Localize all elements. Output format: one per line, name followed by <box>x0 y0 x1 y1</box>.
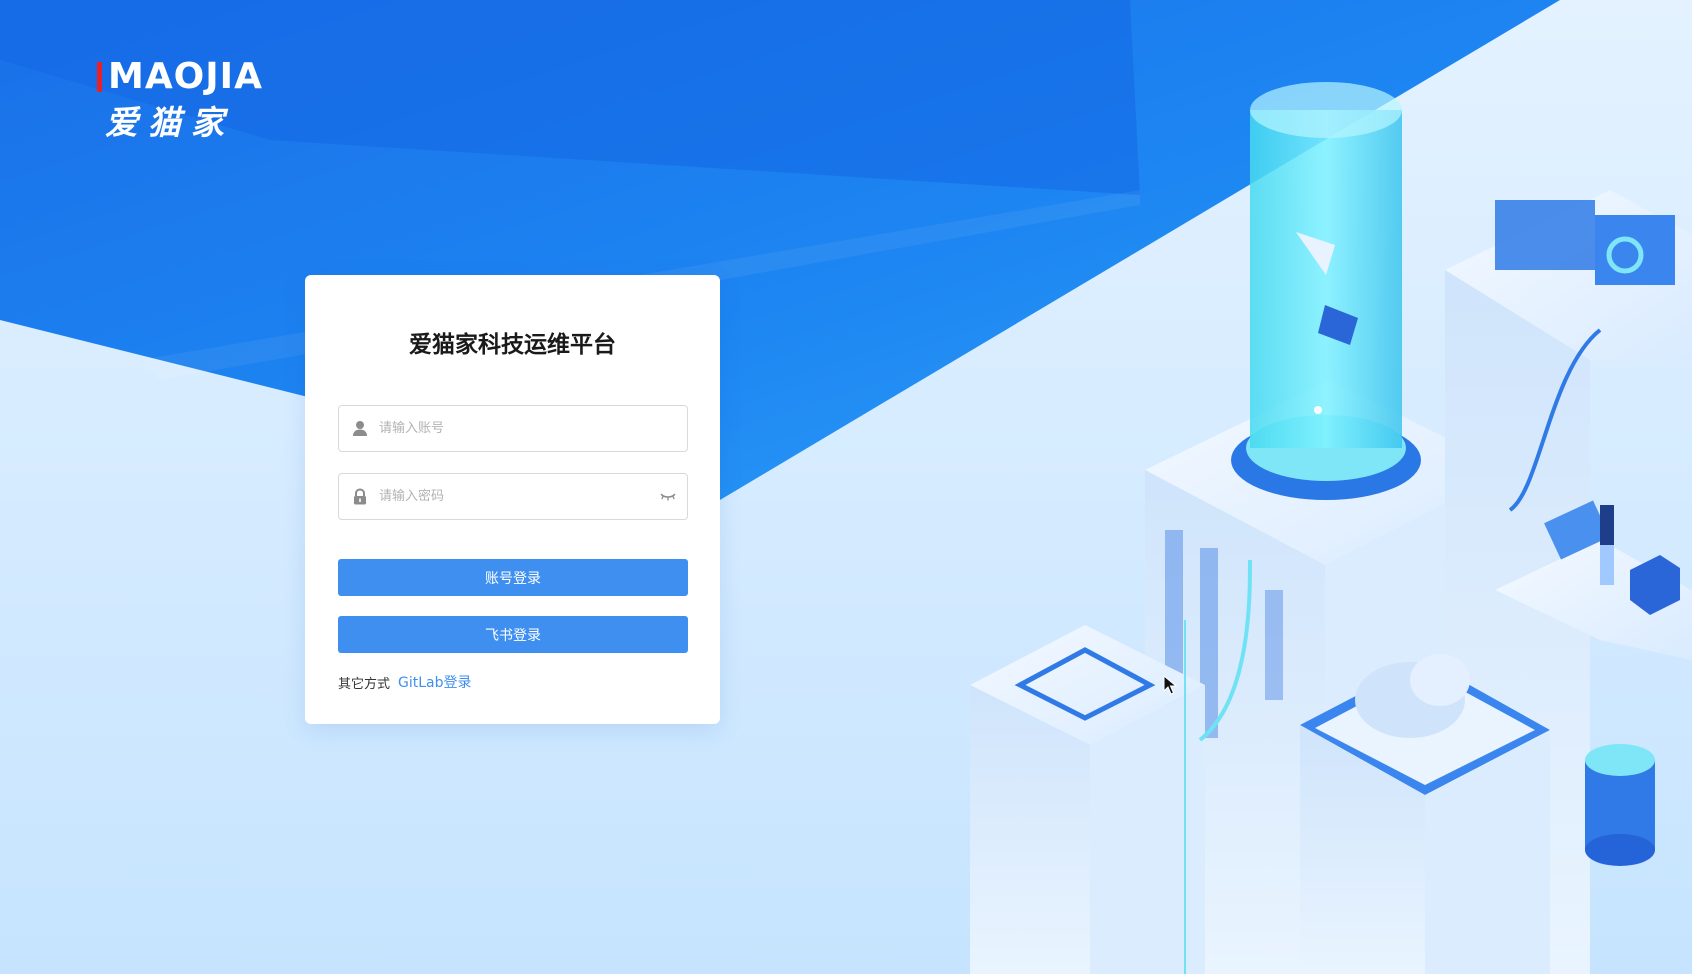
account-login-button[interactable]: 账号登录 <box>338 559 688 596</box>
user-icon <box>353 421 367 436</box>
logo-wordmark-cn: 爱猫家 <box>105 103 234 142</box>
password-input[interactable] <box>379 474 649 519</box>
password-field[interactable] <box>338 473 688 520</box>
login-card: 爱猫家科技运维平台 账号登录 飞书登录 <box>305 275 720 724</box>
mouse-cursor-icon <box>1163 675 1177 695</box>
other-login-methods: 其它方式 GitLab登录 <box>338 672 472 692</box>
lock-icon <box>354 488 366 505</box>
login-title: 爱猫家科技运维平台 <box>409 332 616 358</box>
other-methods-label: 其它方式 <box>338 676 391 692</box>
feishu-login-button[interactable]: 飞书登录 <box>338 616 688 653</box>
username-field[interactable] <box>338 405 688 452</box>
username-input[interactable] <box>379 406 649 451</box>
logo-wordmark-en: MAOJIA <box>108 56 263 97</box>
eye-closed-icon[interactable] <box>659 489 677 503</box>
gitlab-login-link[interactable]: GitLab登录 <box>398 672 472 692</box>
login-page: MAOJIA 爱猫家 爱猫家科技运维平台 请输入账号 账号登录 飞书登录 其它方… <box>0 0 1692 974</box>
brand-logo: MAOJIA 爱猫家 <box>97 56 272 142</box>
background-illustration <box>0 0 1692 974</box>
logo-accent-bar <box>97 62 102 92</box>
